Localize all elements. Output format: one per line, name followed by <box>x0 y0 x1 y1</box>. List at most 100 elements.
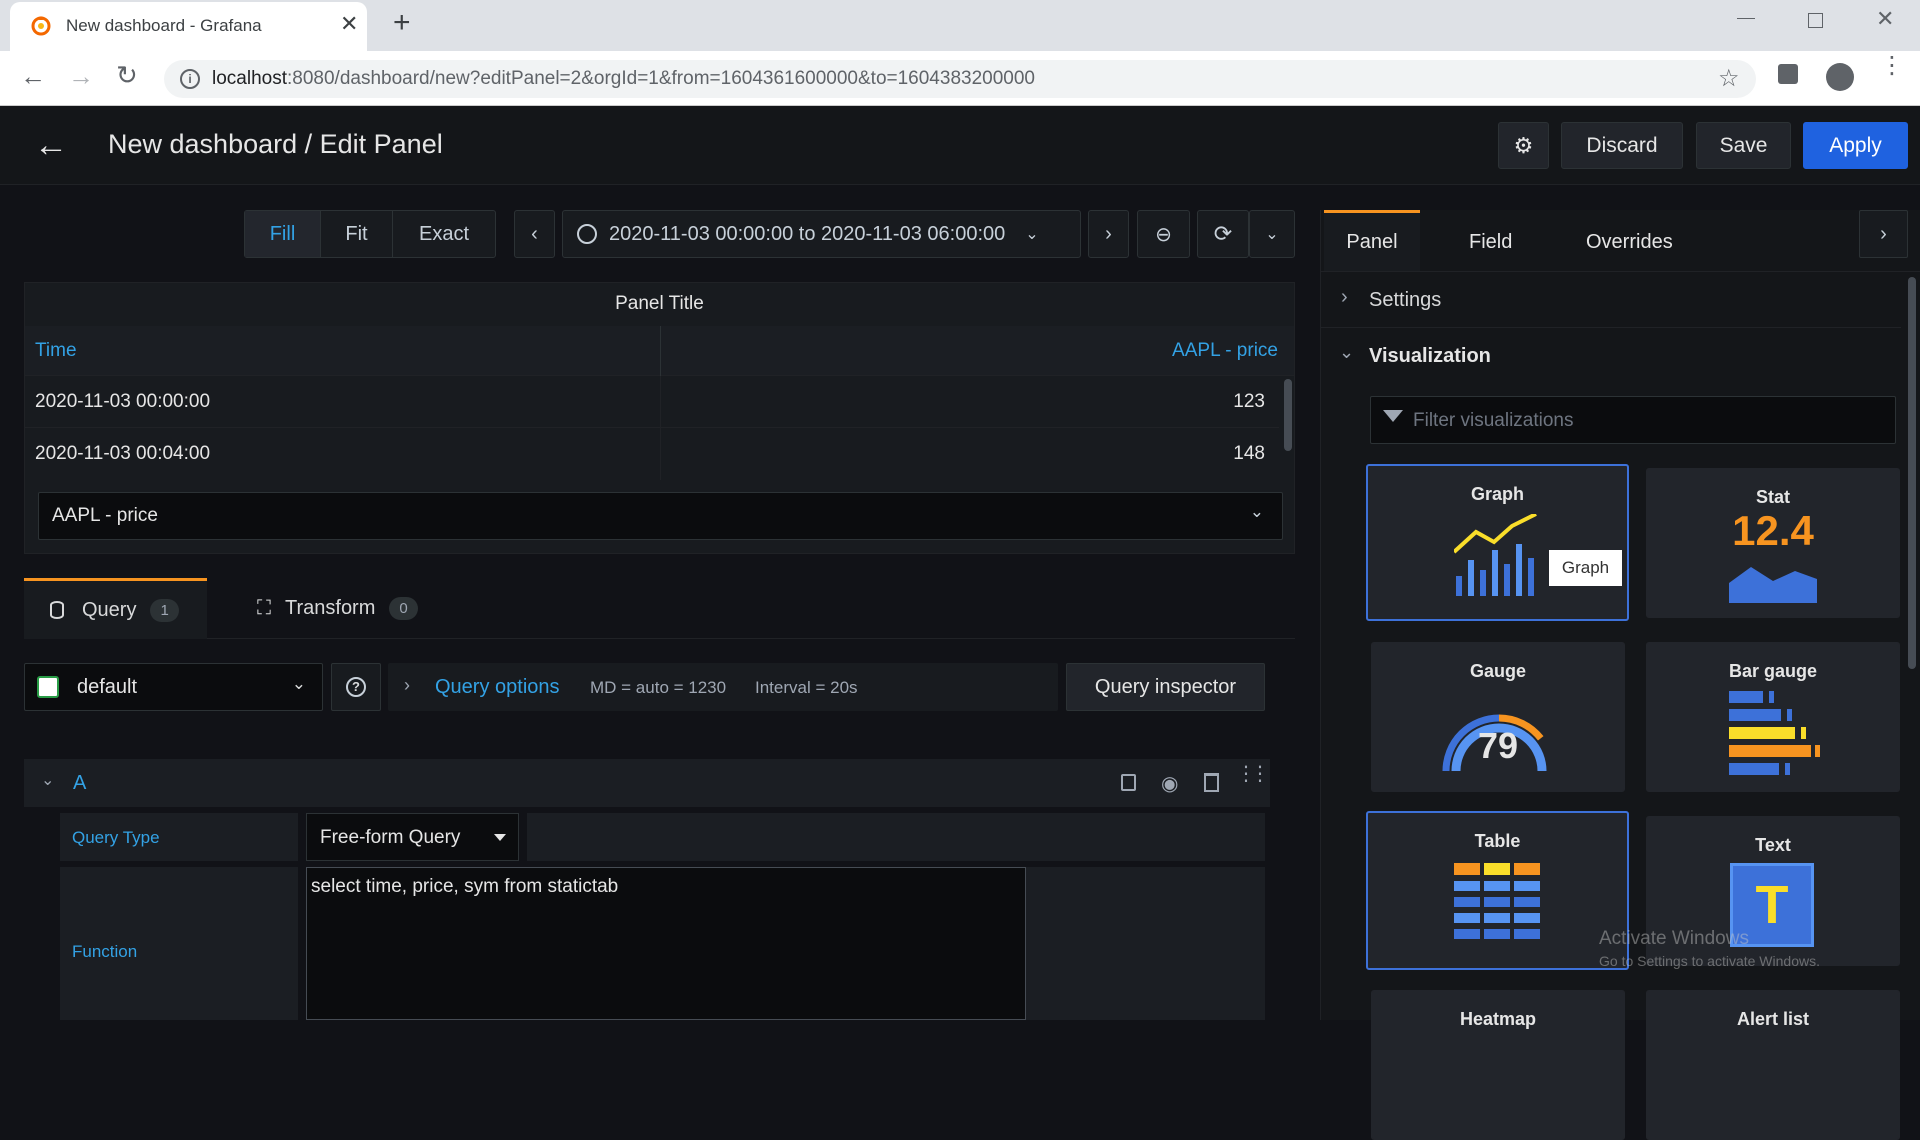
database-icon <box>50 601 64 619</box>
viz-card-gauge[interactable]: Gauge 79 <box>1371 642 1625 792</box>
back-icon[interactable]: ← <box>20 61 46 92</box>
series-select[interactable]: AAPL - price ⌄ <box>38 492 1283 540</box>
browser-tab-bar: New dashboard - Grafana ✕ + ✕ <box>0 0 1920 51</box>
chevron-down-icon[interactable]: ⌄ <box>41 770 54 790</box>
back-arrow-icon[interactable]: ← <box>34 126 68 165</box>
profile-icon[interactable] <box>1826 63 1854 91</box>
time-range-picker[interactable]: 2020-11-03 00:00:00 to 2020-11-03 06:00:… <box>562 210 1081 258</box>
viz-card-heatmap[interactable]: Heatmap <box>1371 990 1625 1140</box>
chevron-right-icon: › <box>1880 222 1887 245</box>
new-tab-icon[interactable]: + <box>393 6 411 40</box>
bar-gauge-viz-icon <box>1729 691 1820 775</box>
extensions-icon[interactable] <box>1778 64 1798 84</box>
stat-sparkline-icon <box>1729 567 1817 603</box>
help-button[interactable]: ? <box>331 663 381 711</box>
forward-icon[interactable]: → <box>68 61 94 92</box>
viz-card-gauge-title: Gauge <box>1469 661 1526 681</box>
save-button[interactable]: Save <box>1696 122 1791 169</box>
panel-title[interactable]: Panel Title <box>25 293 1294 315</box>
graph-viz-icon <box>1454 514 1537 596</box>
info-icon[interactable]: i <box>180 69 200 89</box>
gear-icon: ⚙ <box>1513 132 1534 158</box>
filter-icon <box>1383 410 1403 422</box>
edit-panel-header: ← New dashboard / Edit Panel ⚙ Discard S… <box>0 106 1920 185</box>
tab-transform[interactable]: ⛶ Transform 0 <box>257 578 457 639</box>
minimize-icon[interactable] <box>1737 18 1755 19</box>
time-back-button[interactable]: ‹ <box>514 210 555 258</box>
chevron-down-icon: ⌄ <box>1339 342 1355 362</box>
column-header-time[interactable]: Time <box>35 340 77 362</box>
gauge-viz-value: 79 <box>1477 725 1519 766</box>
restore-icon[interactable] <box>1808 13 1823 28</box>
visualization-section-header[interactable]: ⌄ Visualization <box>1321 328 1901 384</box>
filter-placeholder: Filter visualizations <box>1413 410 1574 431</box>
filter-visualizations-input[interactable]: Filter visualizations <box>1370 396 1896 444</box>
query-type-select[interactable]: Free-form Query <box>306 813 519 861</box>
apply-button[interactable]: Apply <box>1803 122 1908 169</box>
trash-icon[interactable] <box>1204 773 1219 792</box>
query-inspector-button[interactable]: Query inspector <box>1066 663 1265 711</box>
options-pane-scrollbar[interactable] <box>1908 277 1916 669</box>
tab-query-label: Query <box>82 598 137 621</box>
time-forward-button[interactable]: › <box>1088 210 1129 258</box>
table-header: Time AAPL - price <box>25 326 1294 376</box>
tab-panel[interactable]: Panel <box>1324 210 1420 271</box>
function-text: select time, price, sym from statictab <box>311 876 619 897</box>
time-range-text: 2020-11-03 00:00:00 to 2020-11-03 06:00:… <box>609 222 1006 245</box>
collapse-pane-button[interactable]: › <box>1859 210 1908 258</box>
bookmark-star-icon[interactable]: ☆ <box>1718 64 1740 93</box>
drag-handle-icon[interactable]: ⋮⋮ <box>1236 764 1270 784</box>
fit-button[interactable]: Fit <box>321 211 393 257</box>
function-label-text: Function <box>72 942 138 961</box>
transform-icon: ⛶ <box>257 597 271 619</box>
query-row-header[interactable]: ⌄ A ◉ ⋮⋮ <box>24 759 1270 807</box>
duplicate-query-icon[interactable] <box>1121 774 1136 791</box>
close-tab-icon[interactable]: ✕ <box>340 11 358 37</box>
display-mode-group: Fill Fit Exact <box>244 210 496 258</box>
graph-tooltip: Graph <box>1549 550 1622 586</box>
cell-price: 123 <box>1233 391 1265 412</box>
browser-tab[interactable]: New dashboard - Grafana ✕ <box>10 2 367 51</box>
viz-card-table[interactable]: Table <box>1366 811 1629 970</box>
refresh-interval-dropdown[interactable]: ⌄ <box>1249 210 1295 258</box>
viz-card-bar-gauge[interactable]: Bar gauge <box>1646 642 1900 792</box>
fill-button[interactable]: Fill <box>245 211 321 257</box>
refresh-button[interactable]: ⟳ <box>1197 210 1249 258</box>
table-scrollbar[interactable] <box>1284 379 1292 451</box>
close-window-icon[interactable]: ✕ <box>1876 6 1894 32</box>
datasource-picker[interactable]: default ⌄ <box>24 663 323 711</box>
chevron-down-icon: ⌄ <box>1249 502 1264 521</box>
settings-button[interactable]: ⚙ <box>1498 122 1549 169</box>
discard-button[interactable]: Discard <box>1561 122 1683 169</box>
query-options-label: Query options <box>435 676 560 698</box>
tab-overrides[interactable]: Overrides <box>1586 231 1673 254</box>
eye-icon[interactable]: ◉ <box>1161 771 1178 796</box>
reload-icon[interactable]: ↻ <box>116 60 138 91</box>
activate-windows-subtitle: Go to Settings to activate Windows. <box>1599 953 1820 969</box>
viz-card-stat[interactable]: Stat 12.4 <box>1646 468 1900 618</box>
interval-text: Interval = 20s <box>755 678 858 697</box>
viz-card-text-title: Text <box>1755 835 1791 855</box>
viz-card-graph[interactable]: Graph Graph <box>1366 464 1629 621</box>
menu-dots-icon[interactable]: ⋮ <box>1880 54 1904 78</box>
page-title: New dashboard / Edit Panel <box>108 129 443 159</box>
query-options-bar[interactable]: › Query options MD = auto = 1230 Interva… <box>388 663 1058 711</box>
settings-section-title: Settings <box>1369 289 1442 311</box>
url-field[interactable]: i localhost:8080/dashboard/new?editPanel… <box>164 60 1756 98</box>
chevron-down-icon: ⌄ <box>1025 226 1039 243</box>
query-ref-id[interactable]: A <box>73 772 86 795</box>
tab-query[interactable]: Query 1 <box>24 578 207 639</box>
viz-card-alert-list[interactable]: Alert list <box>1646 990 1900 1140</box>
stat-viz-value: 12.4 <box>1732 507 1814 554</box>
settings-section-header[interactable]: › Settings <box>1321 272 1901 328</box>
column-header-price[interactable]: AAPL - price <box>1172 340 1278 362</box>
viz-card-graph-title: Graph <box>1470 484 1524 504</box>
tab-transform-label: Transform <box>285 597 376 619</box>
zoom-out-button[interactable]: ⊖ <box>1137 210 1190 258</box>
activate-windows-title: Activate Windows <box>1599 928 1749 949</box>
exact-button[interactable]: Exact <box>393 211 495 257</box>
tab-field[interactable]: Field <box>1469 231 1512 254</box>
max-datapoints-text: MD = auto = 1230 <box>590 678 727 697</box>
chevron-left-icon: ‹ <box>531 222 538 245</box>
function-textarea[interactable]: select time, price, sym from statictab <box>306 867 1026 1020</box>
